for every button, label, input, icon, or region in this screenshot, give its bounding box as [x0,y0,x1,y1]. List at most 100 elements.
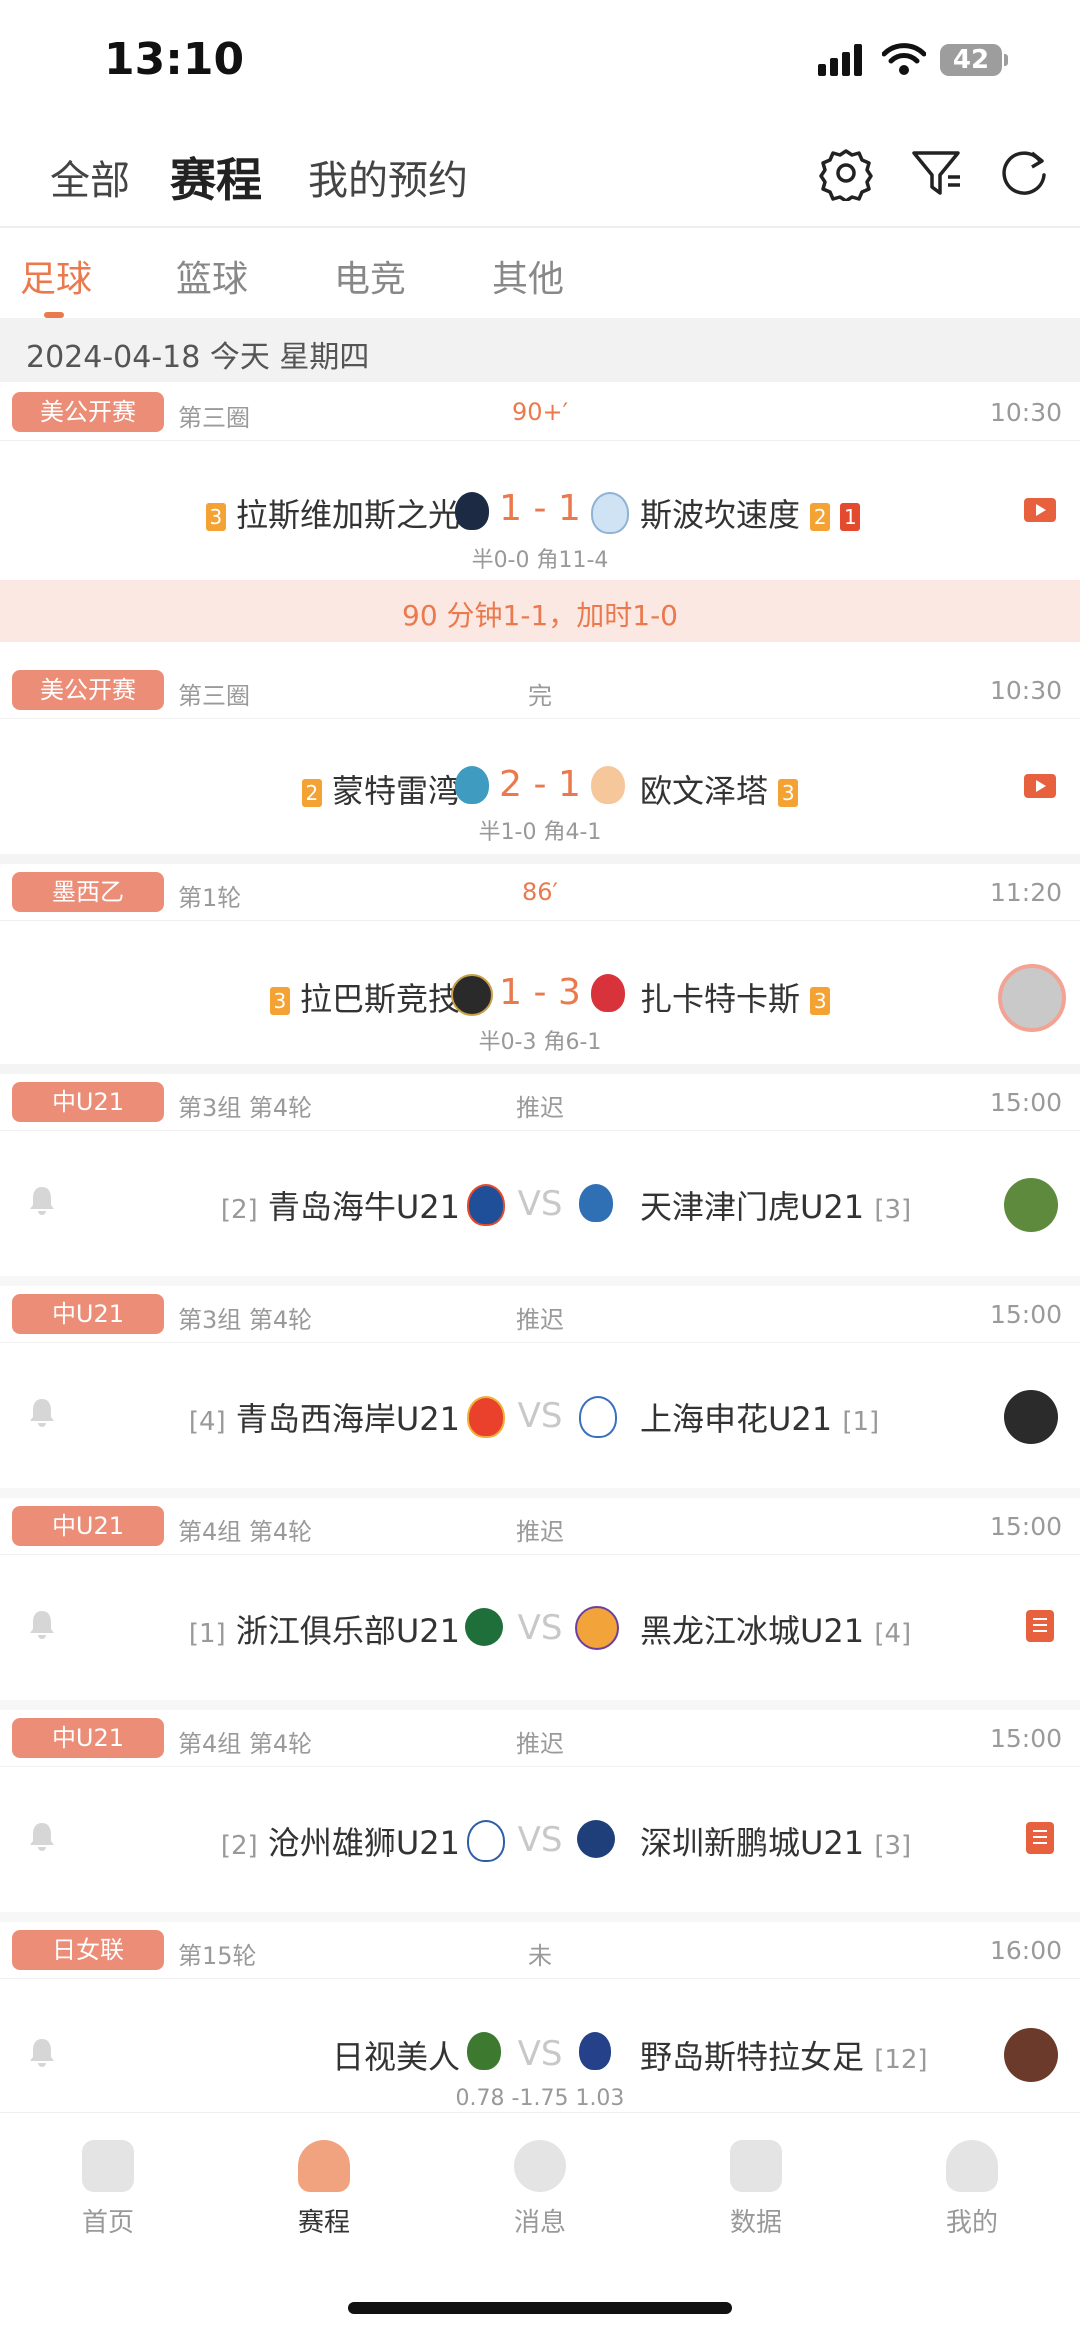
tab-basketball[interactable]: 篮球 [176,250,248,302]
tab-other[interactable]: 其他 [492,250,564,302]
match-row[interactable]: 美公开赛 第三圈 90+′ 10:30 3 拉斯维加斯之光 1 - 1 斯波坎速… [0,384,1080,580]
yellow-card-count: 2 [810,503,831,531]
match-row[interactable]: 中U21 第3组 第4轮 推迟 15:00 [2] 青岛海牛U21 VS 天津津… [0,1074,1080,1276]
nav-label: 数据 [729,2208,782,2238]
match-time: 10:30 [989,676,1062,705]
away-team-name: 天津津门虎U21 [640,1188,865,1226]
away-team-rank: [3] [874,1831,912,1861]
filter-icon[interactable] [908,145,964,201]
match-row[interactable]: 中U21 第3组 第4轮 推迟 15:00 [4] 青岛西海岸U21 VS 上海… [0,1286,1080,1488]
round-label: 第三圈 [178,404,250,432]
vs-label: VS [517,1820,563,1860]
match-status: 推迟 [516,1094,564,1122]
nav-label: 消息 [513,2208,566,2238]
home-team-logo-icon [467,1184,505,1226]
score: 1 - 3 [499,972,581,1013]
league-badge: 美公开赛 [12,670,164,710]
away-team: 斯波坎速度 2 1 [640,490,861,536]
round-label: 第15轮 [178,1942,257,1970]
nav-home[interactable]: 首页 [48,2140,168,2239]
home-team-name: 青岛海牛U21 [267,1188,460,1226]
match-status: 86′ [522,878,558,906]
match-time: 15:00 [989,1088,1062,1117]
half-corner-stats: 半0-3 角6-1 [478,1030,602,1055]
match-time: 16:00 [989,1936,1062,1965]
battery-cap [1004,54,1008,66]
bell-icon[interactable] [26,1608,58,1640]
nav-data[interactable]: 数据 [696,2140,816,2239]
home-team: [4] 青岛西海岸U21 [189,1394,460,1440]
home-team-name: 拉斯维加斯之光 [235,496,460,534]
home-icon [82,2140,134,2192]
document-icon[interactable] [1026,1610,1054,1642]
nav-label: 首页 [81,2208,134,2238]
match-time: 15:00 [989,1724,1062,1753]
refresh-icon[interactable] [996,145,1052,201]
nav-label: 我的 [945,2208,998,2238]
bell-icon[interactable] [26,2036,58,2068]
away-team: 天津津门虎U21 [3] [640,1182,911,1228]
streamer-avatar[interactable] [1004,1390,1058,1444]
match-time: 15:00 [989,1512,1062,1541]
league-badge: 中U21 [12,1506,164,1546]
home-team: [2] 青岛海牛U21 [221,1182,460,1228]
tab-esports[interactable]: 电竞 [334,250,406,302]
vs-label: VS [517,2034,563,2074]
header-divider [0,226,1080,228]
home-team-rank: [2] [220,1195,258,1225]
match-row[interactable]: 中U21 第4组 第4轮 推迟 15:00 [1] 浙江俱乐部U21 VS 黑龙… [0,1498,1080,1700]
tab-football[interactable]: 足球 [20,250,92,302]
match-row[interactable]: 墨西乙 第1轮 86′ 11:20 3 拉巴斯竞技 1 - 3 扎卡特卡斯 3 … [0,864,1080,1064]
video-play-icon[interactable] [1024,774,1056,798]
match-status: 90+′ [511,398,569,426]
home-team: 3 拉巴斯竞技 [269,974,460,1020]
bell-icon[interactable] [26,1820,58,1852]
red-card-count: 1 [840,503,861,531]
away-team-rank: [1] [842,1407,880,1437]
match-row[interactable]: 中U21 第4组 第4轮 推迟 15:00 [2] 沧州雄狮U21 VS 深圳新… [0,1710,1080,1912]
home-team-logo-icon [467,1396,505,1438]
nav-schedule[interactable]: 赛程 [264,2140,384,2239]
round-label: 第3组 第4轮 [178,1094,313,1122]
home-team-logo-icon [455,766,489,804]
tab-my-reservations[interactable]: 我的预约 [308,148,468,206]
settings-gear-icon[interactable] [818,145,874,201]
home-team-logo-icon [451,974,493,1016]
yellow-card-count: 3 [778,779,799,807]
streamer-avatar[interactable] [1004,2028,1058,2082]
extra-time-note: 90 分钟1-1，加时1-0 [402,599,678,632]
match-row[interactable]: 日女联 第15轮 未 16:00 日视美人 VS 野岛斯特拉女足 [12] 0.… [0,1922,1080,2112]
away-team-logo-icon [591,492,629,534]
match-header: 中U21 第4组 第4轮 推迟 15:00 [0,1498,1080,1555]
nav-label: 赛程 [297,2208,350,2238]
tab-schedule[interactable]: 赛程 [170,144,262,210]
away-team-name: 上海申花U21 [640,1400,833,1438]
streamer-avatar[interactable] [998,964,1066,1032]
home-team: 2 蒙特雷湾 [301,766,460,812]
tab-all[interactable]: 全部 [50,148,130,206]
yellow-card-count: 3 [269,987,290,1015]
away-team-logo-icon [579,1396,617,1438]
match-header: 中U21 第3组 第4轮 推迟 15:00 [0,1074,1080,1131]
nav-profile[interactable]: 我的 [912,2140,1032,2239]
match-header: 美公开赛 第三圈 完 10:30 [0,662,1080,719]
match-status: 推迟 [516,1730,564,1758]
match-header: 日女联 第15轮 未 16:00 [0,1922,1080,1979]
league-badge: 墨西乙 [12,872,164,912]
yellow-card-count: 2 [301,779,322,807]
score: 2 - 1 [499,764,581,805]
vs-label: VS [517,1184,563,1224]
bell-icon[interactable] [26,1184,58,1216]
match-time: 15:00 [989,1300,1062,1329]
league-badge: 美公开赛 [12,392,164,432]
away-team: 扎卡特卡斯 3 [640,974,831,1020]
home-team: [1] 浙江俱乐部U21 [189,1606,460,1652]
video-play-icon[interactable] [1024,498,1056,522]
streamer-avatar[interactable] [1004,1178,1058,1232]
nav-messages[interactable]: 消息 [480,2140,600,2239]
yellow-card-count: 3 [205,503,226,531]
round-label: 第4组 第4轮 [178,1518,313,1546]
match-row[interactable]: 美公开赛 第三圈 完 10:30 2 蒙特雷湾 2 - 1 欧文泽塔 3 半1-… [0,662,1080,854]
document-icon[interactable] [1026,1822,1054,1854]
bell-icon[interactable] [26,1396,58,1428]
